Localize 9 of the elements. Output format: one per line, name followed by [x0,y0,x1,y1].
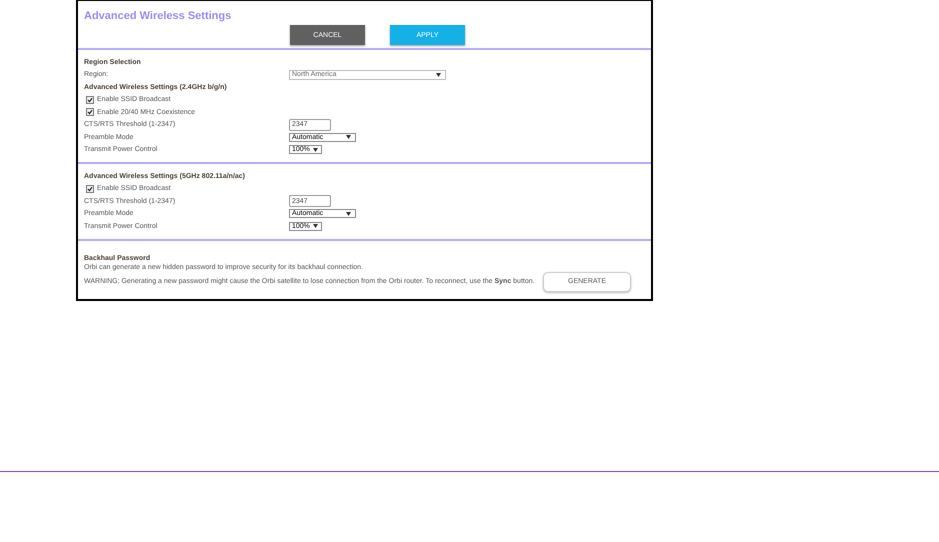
checkbox[interactable] [86,96,94,104]
caret-icon [436,72,441,77]
caret-icon [346,135,351,140]
caret-icon [346,212,351,216]
page-title: Advanced Wireless Settings [84,10,232,22]
caret-icon [313,224,318,228]
checkbox[interactable] [86,184,94,193]
caret-icon [313,148,318,152]
checkbox[interactable] [86,108,94,116]
